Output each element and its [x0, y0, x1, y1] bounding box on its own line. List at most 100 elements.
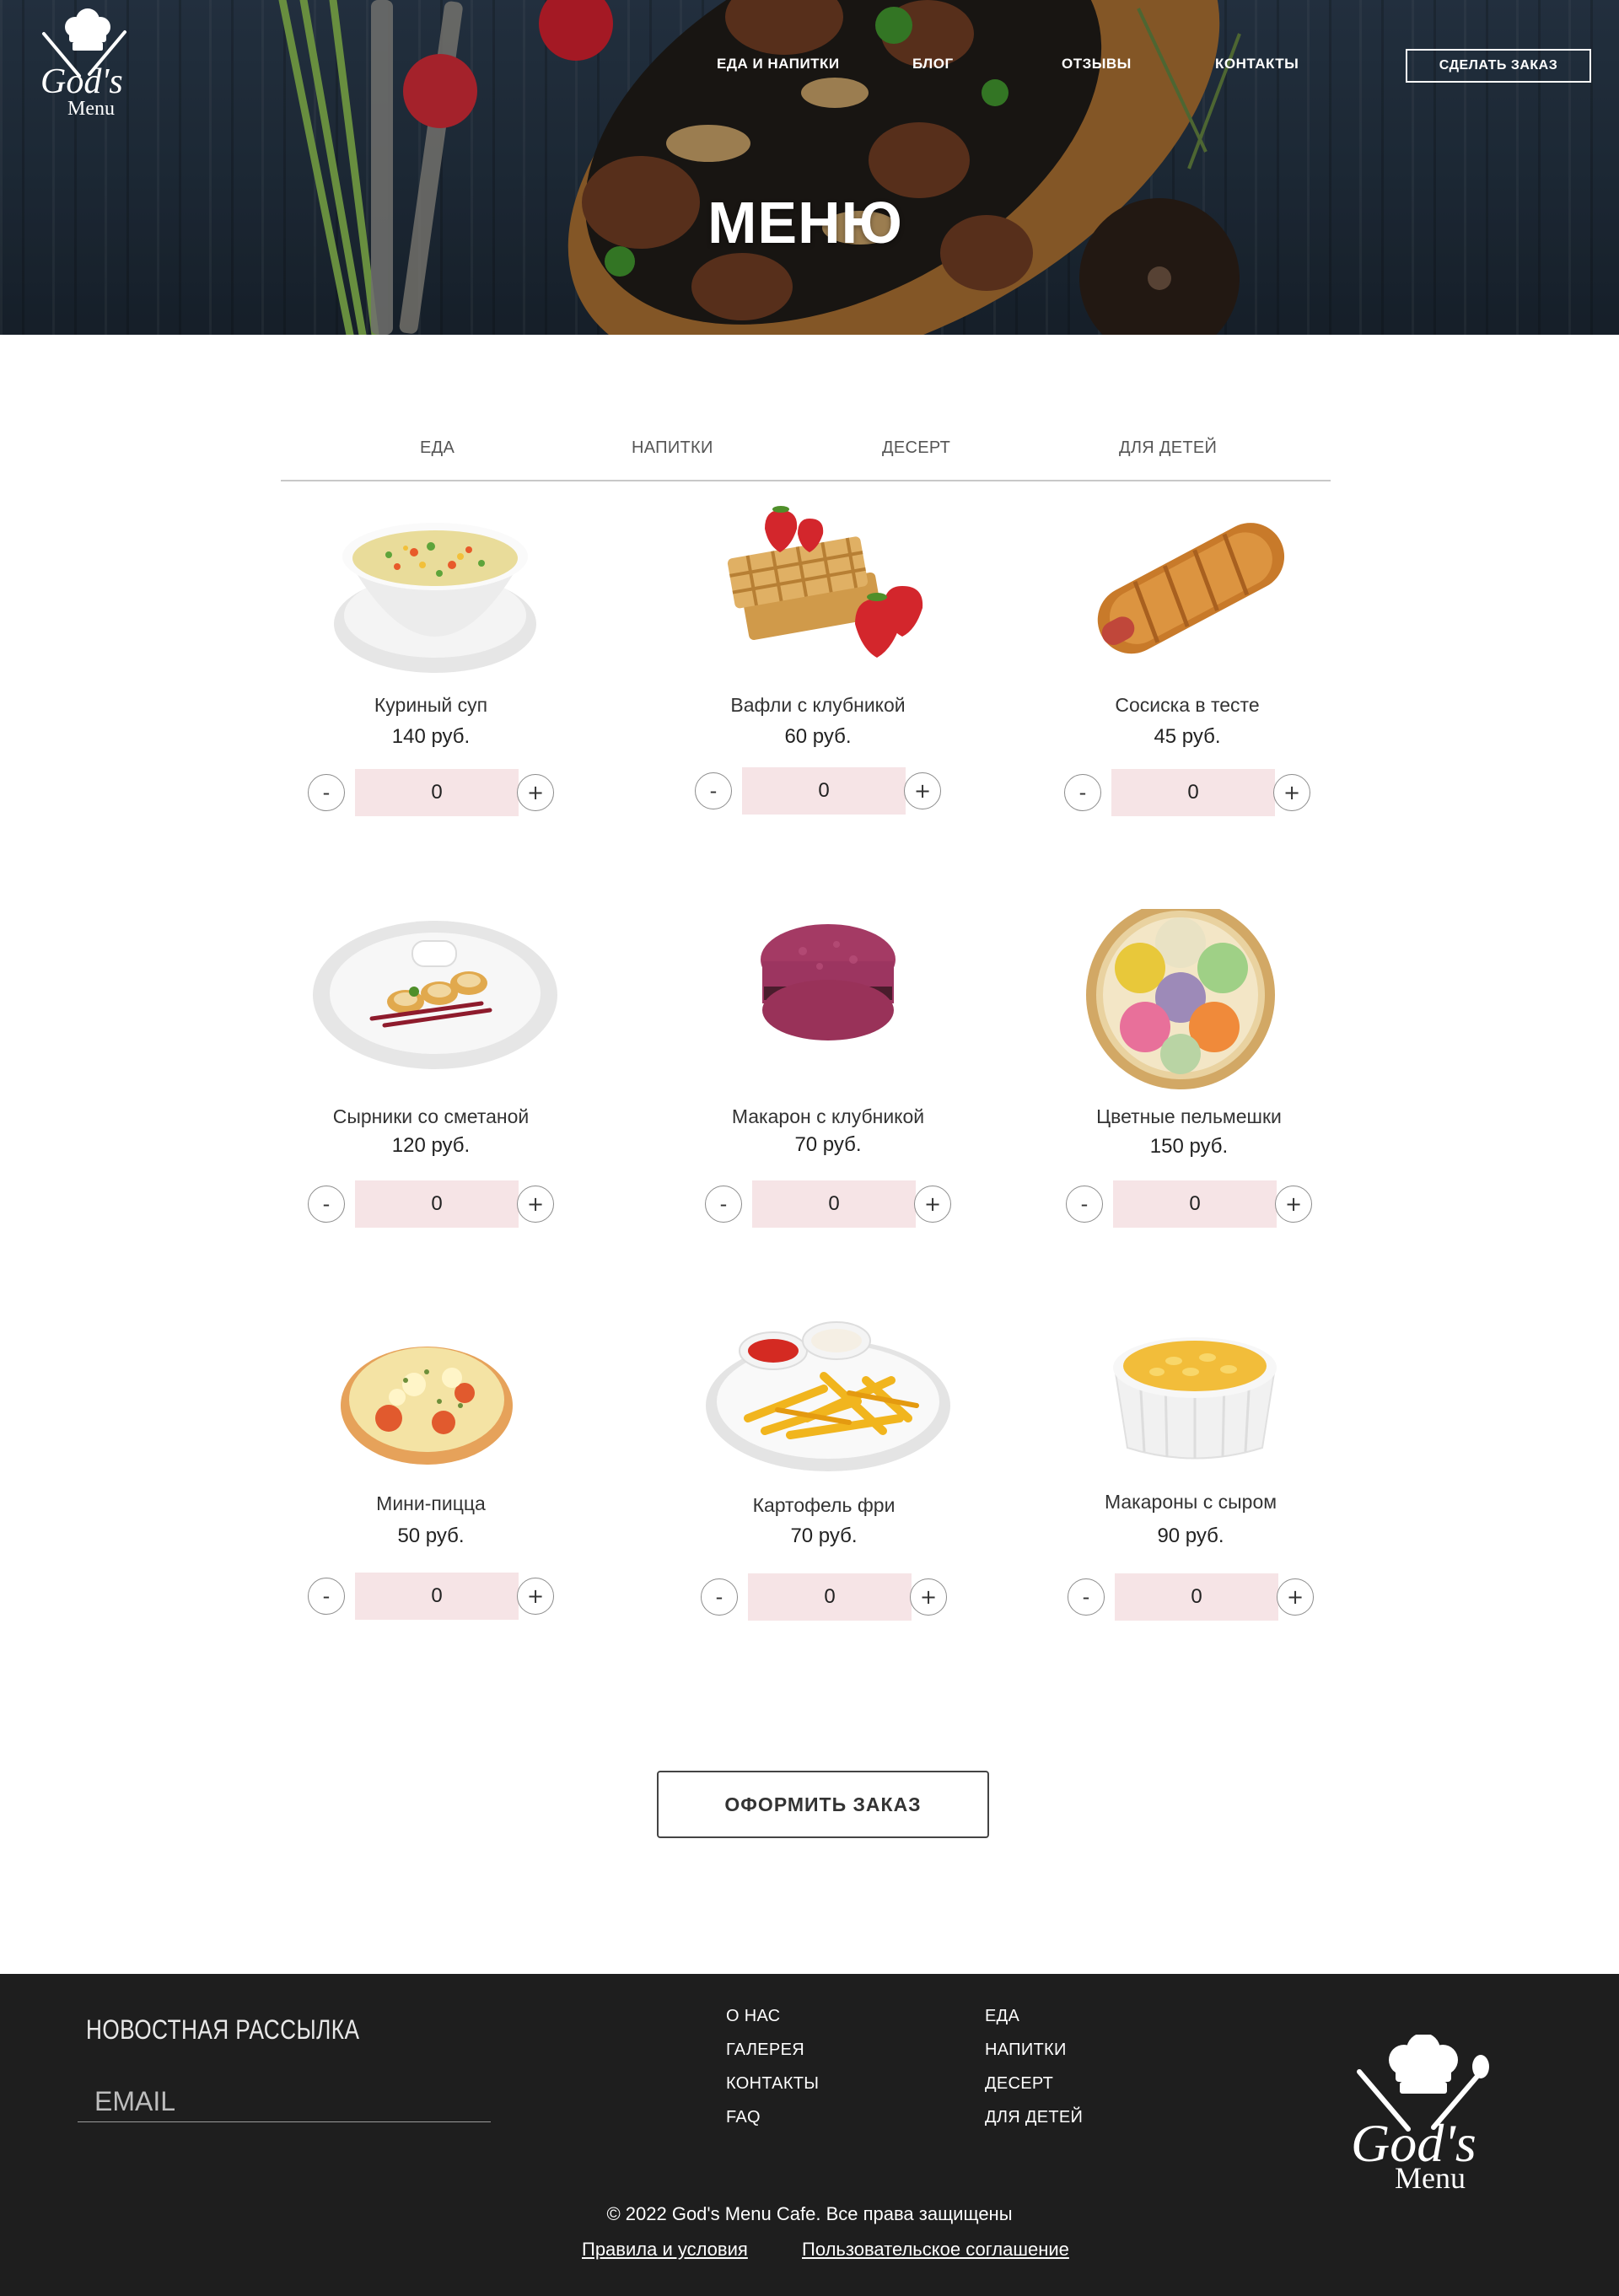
item-price: 150 руб. — [1149, 1135, 1229, 1158]
footer-link-dessert[interactable]: ДЕСЕРТ — [985, 2074, 1053, 2094]
quantity-field[interactable] — [752, 1180, 916, 1228]
footer-link-kids[interactable]: ДЛЯ ДЕТЕЙ — [985, 2108, 1083, 2127]
make-order-button[interactable]: СДЕЛАТЬ ЗАКАЗ — [1406, 49, 1591, 83]
footer-link-faq[interactable]: FAQ — [726, 2108, 761, 2127]
footer-link-gallery[interactable]: ГАЛЕРЕЯ — [726, 2041, 804, 2060]
mini-pizza-icon — [341, 1347, 513, 1465]
item-name: Картофель фри — [752, 1494, 896, 1516]
decrease-button[interactable]: - — [308, 774, 345, 811]
terms-link[interactable]: Правила и условия — [582, 2239, 748, 2261]
quantity-stepper: - + — [1044, 767, 1331, 816]
nav-blog[interactable]: БЛОГ — [912, 56, 954, 73]
soup-bowl-icon — [334, 523, 536, 673]
email-field[interactable] — [78, 2082, 491, 2122]
increase-button[interactable]: + — [1275, 1186, 1312, 1223]
menu-item-card: Макарон с клубникой 70 руб. - + — [685, 909, 971, 1263]
menu-item-card: Сосиска в тесте 45 руб. - + — [1044, 497, 1331, 852]
hero-banner: God's Menu ЕДА И НАПИТКИ БЛОГ ОТЗЫВЫ КОН… — [0, 0, 1619, 335]
increase-button[interactable]: + — [1273, 774, 1310, 811]
nav-food-drinks[interactable]: ЕДА И НАПИТКИ — [717, 56, 840, 73]
menu-item-card: Мини-пицца 50 руб. - + — [288, 1300, 574, 1654]
increase-button[interactable]: + — [517, 1578, 554, 1615]
item-price: 70 руб. — [794, 1133, 862, 1156]
tab-kids[interactable]: ДЛЯ ДЕТЕЙ — [1119, 438, 1217, 458]
quantity-field[interactable] — [1111, 769, 1275, 816]
decrease-button[interactable]: - — [701, 1578, 738, 1616]
item-price: 120 руб. — [391, 1134, 471, 1157]
decrease-button[interactable]: - — [1066, 1186, 1103, 1223]
item-name: Сырники со сметаной — [332, 1105, 530, 1127]
macaron-icon — [761, 924, 896, 1040]
menu-item-card: Макароны с сыром 90 руб. - + — [1047, 1300, 1334, 1654]
item-price: 70 руб. — [790, 1524, 858, 1547]
tab-drinks[interactable]: НАПИТКИ — [632, 438, 713, 458]
chef-hat-icon: God's Menu — [40, 8, 126, 120]
decrease-button[interactable]: - — [1064, 774, 1101, 811]
menu-item-card: Сырники со сметаной 120 руб. - + — [288, 909, 574, 1263]
decrease-button[interactable]: - — [1068, 1578, 1105, 1616]
increase-button[interactable]: + — [904, 772, 941, 809]
quantity-field[interactable] — [748, 1573, 912, 1621]
tab-dessert[interactable]: ДЕСЕРТ — [882, 438, 950, 458]
quantity-stepper: - + — [675, 766, 961, 815]
quantity-field[interactable] — [1115, 1573, 1278, 1621]
decrease-button[interactable]: - — [705, 1186, 742, 1223]
item-name: Макароны с сыром — [1104, 1491, 1277, 1513]
menu-item-card: Картофель фри 70 руб. - + — [680, 1300, 967, 1654]
waffles-icon — [727, 506, 923, 658]
chef-hat-icon: God's Menu — [1351, 2033, 1489, 2195]
increase-button[interactable]: + — [910, 1578, 947, 1616]
item-price: 60 руб. — [784, 725, 852, 748]
increase-button[interactable]: + — [1277, 1578, 1314, 1616]
increase-button[interactable]: + — [517, 1186, 554, 1223]
footer-link-food[interactable]: ЕДА — [985, 2007, 1019, 2026]
item-name: Макарон с клубникой — [731, 1105, 925, 1127]
quantity-stepper: - + — [288, 1179, 574, 1228]
user-agreement-link[interactable]: Пользовательское соглашение — [802, 2239, 1069, 2261]
svg-text:God's: God's — [40, 62, 123, 101]
syrniki-icon — [313, 921, 557, 1069]
nav-contacts[interactable]: КОНТАКТЫ — [1215, 56, 1299, 73]
decrease-button[interactable]: - — [308, 1578, 345, 1615]
increase-button[interactable]: + — [914, 1186, 951, 1223]
quantity-field[interactable] — [355, 1180, 519, 1228]
footer-link-about[interactable]: О НАС — [726, 2007, 780, 2026]
mac-and-cheese-icon — [1113, 1337, 1277, 1460]
newsletter-title: НОВОСТНАЯ РАССЫЛКА — [86, 2014, 360, 2045]
site-footer: НОВОСТНАЯ РАССЫЛКА О НАС ГАЛЕРЕЯ КОНТАКТ… — [0, 1974, 1619, 2296]
item-price: 90 руб. — [1157, 1524, 1224, 1547]
quantity-stepper: - + — [1047, 1572, 1334, 1621]
item-name: Цветные пельмешки — [1096, 1105, 1282, 1127]
increase-button[interactable]: + — [517, 774, 554, 811]
menu-item-card: Куриный суп 140 руб. - + — [288, 497, 574, 852]
site-logo[interactable]: God's Menu — [37, 8, 130, 120]
footer-link-contacts[interactable]: КОНТАКТЫ — [726, 2074, 819, 2094]
footer-link-drinks[interactable]: НАПИТКИ — [985, 2041, 1067, 2060]
page-title: МЕНЮ — [707, 190, 903, 255]
item-price: 140 руб. — [391, 725, 471, 748]
quantity-field[interactable] — [742, 767, 906, 815]
tab-food[interactable]: ЕДА — [420, 438, 455, 458]
item-name: Вафли с клубникой — [730, 694, 906, 716]
quantity-stepper: - + — [288, 767, 574, 816]
quantity-stepper: - + — [685, 1179, 971, 1228]
item-name: Сосиска в тесте — [1115, 694, 1260, 716]
item-name: Куриный суп — [374, 694, 488, 716]
tabs-divider — [281, 480, 1331, 481]
quantity-stepper: - + — [680, 1572, 967, 1621]
decrease-button[interactable]: - — [695, 772, 732, 809]
svg-text:Menu: Menu — [1395, 2161, 1466, 2195]
decrease-button[interactable]: - — [308, 1186, 345, 1223]
footer-logo[interactable]: God's Menu — [1349, 2033, 1493, 2195]
item-name: Мини-пицца — [376, 1492, 486, 1514]
quantity-field[interactable] — [355, 1573, 519, 1620]
quantity-field[interactable] — [355, 769, 519, 816]
french-fries-icon — [706, 1321, 950, 1471]
item-price: 50 руб. — [397, 1524, 465, 1547]
sausage-roll-icon — [1097, 523, 1285, 654]
checkout-button[interactable]: ОФОРМИТЬ ЗАКАЗ — [657, 1771, 989, 1838]
nav-reviews[interactable]: ОТЗЫВЫ — [1062, 56, 1132, 73]
copyright-text: © 2022 God's Menu Cafe. Все права защище… — [606, 2203, 1013, 2224]
quantity-field[interactable] — [1113, 1180, 1277, 1228]
hero-overlay — [0, 0, 1619, 335]
